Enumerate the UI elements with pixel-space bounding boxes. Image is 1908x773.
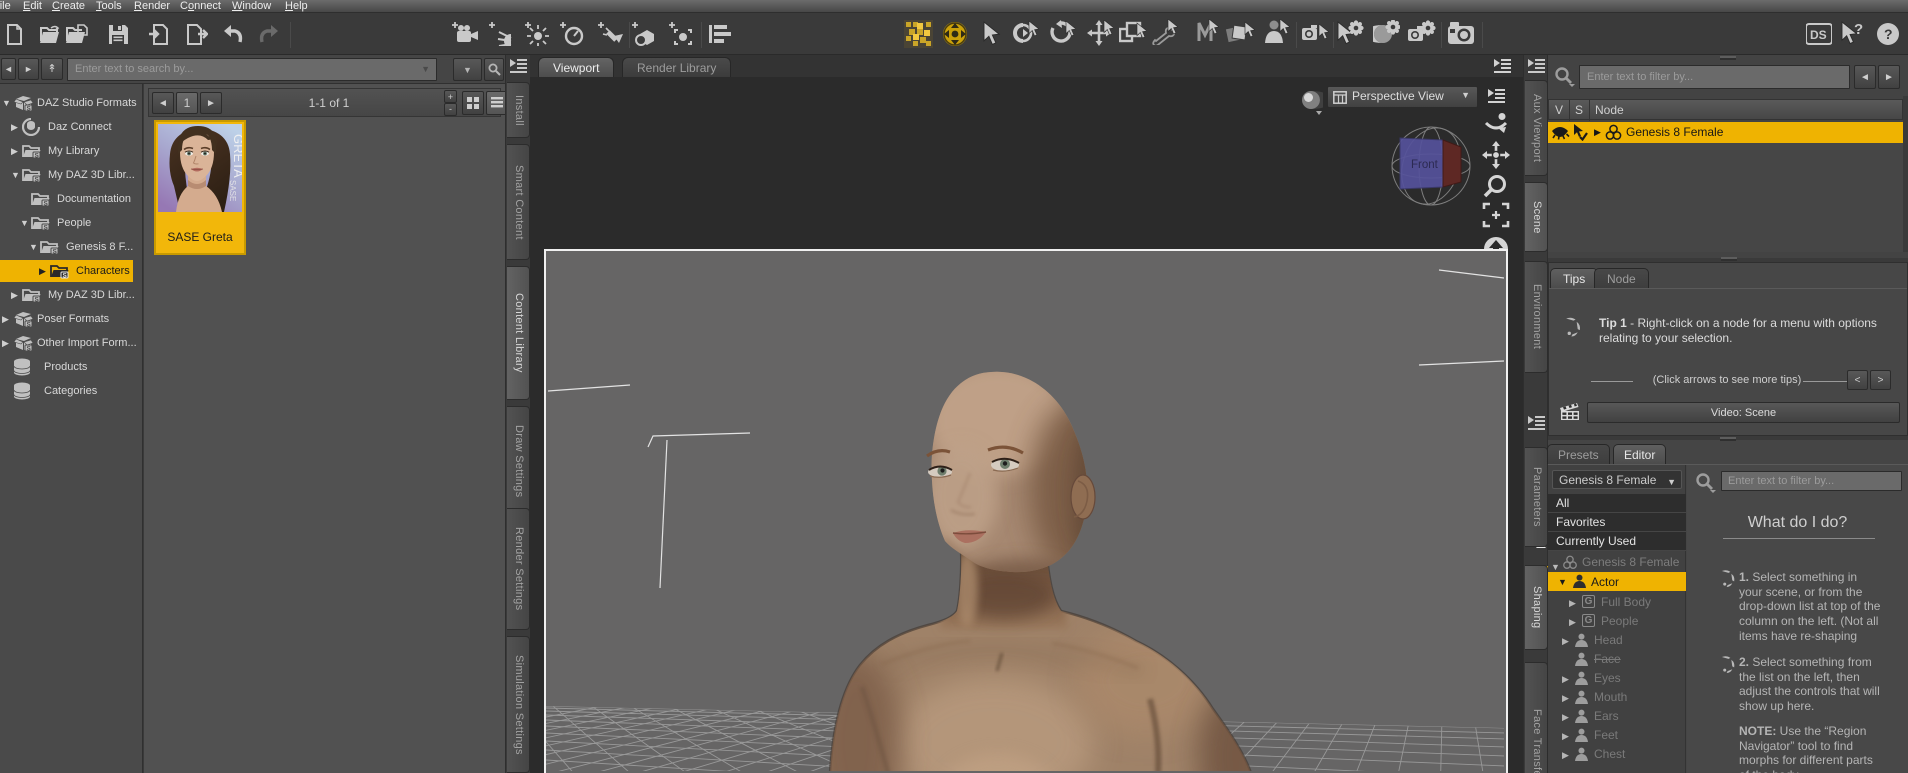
- svg-text:S: S: [44, 201, 49, 207]
- svg-text:DS: DS: [1810, 28, 1827, 42]
- svg-text:?: ?: [1884, 26, 1893, 42]
- svg-text:S: S: [53, 249, 58, 255]
- svg-text:?: ?: [1854, 21, 1863, 38]
- svg-text:S: S: [27, 106, 32, 112]
- svg-text:S: S: [27, 322, 32, 328]
- svg-text:Front: Front: [1411, 159, 1439, 171]
- svg-text:S: S: [35, 297, 40, 303]
- svg-text:GRETA: GRETA: [231, 134, 242, 178]
- svg-text:S: S: [63, 273, 68, 279]
- svg-text:S: S: [35, 153, 40, 159]
- svg-text:S: S: [44, 225, 49, 231]
- svg-text:S: S: [27, 346, 32, 352]
- svg-text:SASE: SASE: [228, 180, 237, 201]
- svg-text:S: S: [35, 177, 40, 183]
